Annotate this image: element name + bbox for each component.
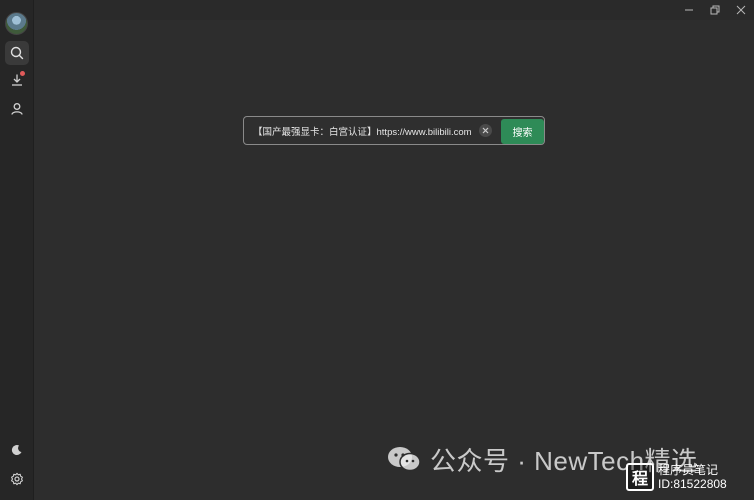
author-badge: 程 程序员笔记 ID:81522808 — [626, 456, 750, 498]
close-button[interactable] — [728, 0, 754, 20]
sidebar-item-settings[interactable] — [5, 467, 29, 491]
sidebar-item-downloads[interactable] — [5, 68, 29, 92]
restore-button[interactable] — [702, 0, 728, 20]
clear-icon — [482, 127, 489, 134]
minimize-button[interactable] — [676, 0, 702, 20]
clear-button[interactable] — [479, 124, 492, 137]
title-bar — [34, 0, 754, 20]
search-input[interactable] — [253, 123, 475, 139]
app-window: 搜索 公众号 · NewTech精选 程 程序员笔记 ID:81522808 — [0, 0, 754, 500]
badge-text: 程序员笔记 ID:81522808 — [658, 463, 727, 491]
gear-icon — [11, 472, 23, 486]
sidebar-item-account[interactable] — [5, 97, 29, 121]
badge-id: ID:81522808 — [658, 477, 727, 491]
minimize-icon — [685, 9, 693, 11]
sidebar — [0, 0, 34, 500]
search-icon — [10, 46, 24, 60]
user-icon — [11, 103, 23, 115]
moon-icon — [11, 445, 22, 456]
search-bar: 搜索 — [243, 116, 545, 145]
restore-icon — [710, 5, 720, 15]
badge-title: 程序员笔记 — [658, 463, 719, 477]
wechat-icon — [388, 447, 421, 472]
sidebar-item-theme[interactable] — [5, 438, 29, 462]
sidebar-item-search[interactable] — [5, 41, 29, 65]
notification-dot — [20, 71, 25, 76]
avatar[interactable] — [5, 12, 28, 35]
search-button[interactable]: 搜索 — [501, 119, 544, 144]
close-icon — [736, 5, 746, 15]
badge-logo: 程 — [626, 463, 654, 491]
